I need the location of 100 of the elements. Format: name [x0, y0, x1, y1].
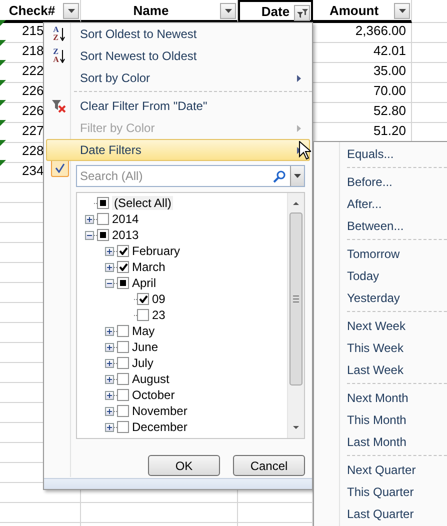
tree-item-label[interactable]: 2013: [112, 228, 139, 242]
tree-item-label[interactable]: April: [132, 276, 156, 290]
tree-item-label[interactable]: November: [132, 404, 188, 418]
tree-item-label[interactable]: 2014: [112, 212, 139, 226]
checkbox[interactable]: [137, 293, 149, 305]
amount: 70.00: [373, 82, 406, 98]
tree-item-label[interactable]: 09: [152, 292, 166, 306]
menu-item[interactable]: Z A Sort Newest to Oldest: [46, 45, 310, 67]
submenu-item[interactable]: Next Quarter: [314, 459, 447, 481]
submenu-item[interactable]: After...: [314, 193, 447, 215]
submenu-item[interactable]: Last Month: [314, 431, 447, 453]
checkbox[interactable]: [97, 213, 109, 225]
expand-toggle[interactable]: [105, 342, 114, 352]
menu-item[interactable]: Date Filters: [46, 139, 310, 161]
expand-toggle[interactable]: [105, 358, 114, 368]
menu-item[interactable]: Clear Filter From "Date": [46, 95, 310, 117]
expand-toggle[interactable]: [105, 262, 114, 272]
filter-dropdown-button[interactable]: [294, 5, 310, 21]
submenu-arrow-icon: [297, 74, 301, 82]
dialog-button[interactable]: Cancel: [233, 455, 305, 476]
submenu-item[interactable]: Last Quarter: [314, 503, 447, 525]
expand-toggle[interactable]: [105, 246, 114, 256]
checkbox[interactable]: [117, 357, 129, 369]
expand-toggle[interactable]: [105, 406, 114, 416]
checkbox[interactable]: [117, 245, 129, 257]
column-header: Amount: [313, 0, 412, 23]
column-header: Check#: [0, 0, 81, 23]
checkbox[interactable]: [117, 325, 129, 337]
expand-toggle[interactable]: [85, 214, 94, 224]
collapse-toggle[interactable]: [85, 230, 94, 240]
submenu-item[interactable]: Yesterday: [314, 287, 447, 309]
submenu-item[interactable]: Between...: [314, 215, 447, 237]
check-number: 222: [22, 62, 44, 78]
filter-dropdown-button[interactable]: [220, 3, 236, 19]
checkbox[interactable]: [117, 277, 129, 289]
check-number: 218: [22, 42, 44, 58]
filter-dropdown-button[interactable]: [394, 3, 410, 19]
amount: 2,366.00: [355, 22, 406, 38]
submenu-item[interactable]: Last Week: [314, 359, 447, 381]
submenu-item[interactable]: This Week: [314, 337, 447, 359]
tree-item-label[interactable]: July: [132, 356, 154, 370]
dialog-button[interactable]: OK: [148, 455, 220, 476]
tree-item-label[interactable]: March: [132, 260, 166, 274]
tree-item-label[interactable]: May: [132, 324, 155, 338]
filter-dropdown-button[interactable]: [63, 3, 79, 19]
checkbox[interactable]: [97, 229, 109, 241]
check-number: 215: [22, 22, 44, 38]
menu-item[interactable]: A Z Sort Oldest to Newest: [46, 23, 310, 45]
submenu-item[interactable]: This Quarter: [314, 481, 447, 503]
checkbox[interactable]: [117, 261, 129, 273]
checkbox[interactable]: [97, 197, 109, 209]
search-icon: [273, 170, 286, 183]
expand-toggle[interactable]: [105, 374, 114, 384]
check-number: 226: [22, 82, 44, 98]
checkbox[interactable]: [137, 309, 149, 321]
tree-item-label[interactable]: December: [132, 420, 188, 434]
submenu-item[interactable]: Tomorrow: [314, 243, 447, 265]
scrollbar[interactable]: [287, 193, 304, 438]
caret-icon: [68, 9, 74, 13]
amount: 42.01: [373, 42, 406, 58]
check-number: 234: [22, 162, 44, 178]
clear-filter-icon: [52, 100, 66, 112]
check-number: 227: [22, 122, 44, 138]
submenu-item[interactable]: Today: [314, 265, 447, 287]
submenu-arrow-icon: [297, 124, 301, 132]
amount: 51.20: [373, 122, 406, 138]
submenu-item[interactable]: Equals...: [314, 143, 447, 165]
check-number: 226: [22, 102, 44, 118]
search-dropdown-button[interactable]: [290, 166, 304, 186]
caret-icon: [224, 9, 232, 13]
column-header: Name: [81, 0, 238, 23]
expand-toggle[interactable]: [105, 390, 114, 400]
caret-icon: [294, 174, 301, 178]
select-all-label[interactable]: (Select All): [112, 196, 174, 210]
submenu-item[interactable]: This Month: [314, 409, 447, 431]
expand-toggle[interactable]: [105, 422, 114, 432]
checkbox[interactable]: [117, 405, 129, 417]
menu-item[interactable]: Sort by Color: [46, 67, 310, 89]
filter-icon: [296, 8, 308, 18]
checkbox[interactable]: [117, 373, 129, 385]
tree-item-label[interactable]: February: [132, 244, 180, 258]
tree-item-label[interactable]: 23: [152, 308, 166, 322]
tree-item-label[interactable]: June: [132, 340, 158, 354]
caret-icon: [398, 9, 406, 13]
check-number: 228: [22, 142, 44, 158]
amount: 35.00: [373, 62, 406, 78]
resize-grip-bar[interactable]: [44, 478, 312, 489]
submenu-item[interactable]: Before...: [314, 171, 447, 193]
tree-item-label[interactable]: October: [132, 388, 175, 402]
submenu-item[interactable]: Next Week: [314, 315, 447, 337]
checkbox[interactable]: [117, 389, 129, 401]
amount: 52.80: [373, 102, 406, 118]
checkbox[interactable]: [117, 341, 129, 353]
tree-item-label[interactable]: August: [132, 372, 170, 386]
collapse-toggle[interactable]: [105, 278, 114, 288]
search-field[interactable]: Search (All): [76, 165, 305, 187]
column-header: Date: [238, 0, 313, 23]
checkbox[interactable]: [117, 421, 129, 433]
expand-toggle[interactable]: [105, 326, 114, 336]
submenu-item[interactable]: Next Month: [314, 387, 447, 409]
